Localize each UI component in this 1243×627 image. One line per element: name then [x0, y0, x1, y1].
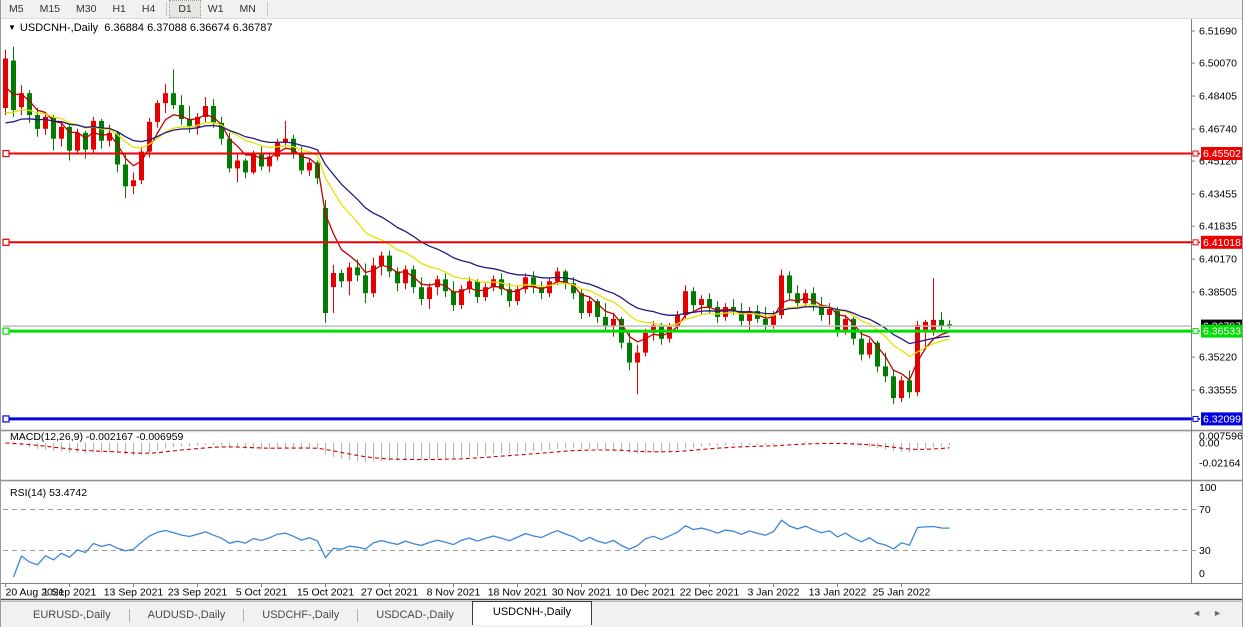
- chart-title: ▼ USDCNH-,Daily 6.36884 6.37088 6.36674 6…: [8, 22, 273, 34]
- svg-text:15 Oct 2021: 15 Oct 2021: [297, 587, 354, 599]
- svg-text:23 Sep 2021: 23 Sep 2021: [168, 587, 228, 599]
- toolbar-separator: [166, 2, 167, 16]
- svg-text:6.41018: 6.41018: [1203, 237, 1241, 249]
- svg-text:-0.02164: -0.02164: [1199, 458, 1241, 470]
- svg-text:27 Oct 2021: 27 Oct 2021: [361, 587, 418, 599]
- trading-platform-window: M5M15M30H1H4 D1W1MN 6.51690 6.50070 6.48405…: [0, 0, 1243, 627]
- tab-audusd-daily[interactable]: AUDUSD-,Daily: [130, 605, 244, 625]
- tab-scroll-right-button[interactable]: ►: [1213, 608, 1234, 618]
- svg-text:6.32099: 6.32099: [1203, 413, 1241, 425]
- timeframe-button-m30[interactable]: M30: [68, 1, 104, 17]
- price-axis: 6.516906.500706.484056.467406.451206.434…: [1187, 26, 1243, 581]
- svg-text:0: 0: [1199, 568, 1205, 580]
- svg-text:1 Sep 2021: 1 Sep 2021: [43, 587, 97, 599]
- svg-text:6.48405: 6.48405: [1199, 91, 1237, 103]
- tab-scroll-left-button[interactable]: ◄: [1192, 608, 1213, 618]
- tab-usdcnh-daily[interactable]: USDCNH-,Daily: [472, 601, 592, 625]
- time-axis: 20 Aug 20211 Sep 202113 Sep 202123 Sep 2…: [6, 584, 931, 599]
- timeframe-button-m5[interactable]: M5: [1, 1, 32, 17]
- svg-text:5 Oct 2021: 5 Oct 2021: [236, 587, 288, 599]
- chart-ohlc-values: 6.36884 6.37088 6.36674 6.36787: [104, 22, 272, 34]
- level-price-badge: 6.32099: [1187, 412, 1243, 425]
- toolbar-separator: [267, 2, 268, 16]
- rsi-line: [14, 520, 950, 577]
- collapse-triangle-icon[interactable]: ▼: [8, 23, 16, 32]
- tab-usdchf-daily[interactable]: USDCHF-,Daily: [244, 605, 357, 625]
- chart-canvas[interactable]: 6.516906.500706.484056.467406.451206.434…: [1, 0, 1243, 601]
- symbol-tab-bar: EURUSD-,DailyAUDUSD-,DailyUSDCHF-,DailyU…: [1, 601, 1242, 627]
- level-price-badge: 6.45502: [1187, 147, 1243, 160]
- timeframe-button-w1[interactable]: W1: [200, 1, 232, 17]
- tab-eurusd-daily[interactable]: EURUSD-,Daily: [15, 605, 129, 625]
- timeframe-button-m15[interactable]: M15: [32, 1, 68, 17]
- svg-text:6.50070: 6.50070: [1199, 58, 1237, 70]
- svg-text:6.35220: 6.35220: [1199, 352, 1237, 364]
- timeframe-button-h1[interactable]: H1: [104, 1, 133, 17]
- timeframe-button-mn[interactable]: MN: [232, 1, 264, 17]
- macd-panel: [6, 442, 950, 462]
- svg-text:6.33555: 6.33555: [1199, 385, 1237, 397]
- svg-text:30 Nov 2021: 30 Nov 2021: [552, 587, 612, 599]
- svg-text:6.36533: 6.36533: [1203, 326, 1241, 338]
- tab-usdcad-daily[interactable]: USDCAD-,Daily: [358, 605, 472, 625]
- svg-text:25 Jan 2022: 25 Jan 2022: [873, 587, 931, 599]
- svg-text:18 Nov 2021: 18 Nov 2021: [488, 587, 548, 599]
- chart-symbol-label: USDCNH-,Daily: [20, 22, 98, 34]
- level-price-badge: 6.41018: [1187, 236, 1243, 249]
- macd-indicator-label: MACD(12,26,9) -0.002167 -0.006959: [10, 431, 183, 443]
- rsi-indicator-label: RSI(14) 53.4742: [10, 487, 87, 499]
- svg-text:6.38505: 6.38505: [1199, 287, 1237, 299]
- timeframe-toolbar: M5M15M30H1H4 D1W1MN: [1, 0, 1242, 19]
- svg-text:6.45502: 6.45502: [1203, 148, 1241, 160]
- level-price-badge: 6.36533: [1187, 325, 1243, 338]
- timeframe-button-h4[interactable]: H4: [134, 1, 163, 17]
- svg-text:6.51690: 6.51690: [1199, 26, 1237, 38]
- svg-text:0.00: 0.00: [1199, 438, 1220, 450]
- svg-text:6.43455: 6.43455: [1199, 189, 1237, 201]
- svg-text:70: 70: [1199, 504, 1211, 516]
- svg-text:30: 30: [1199, 545, 1211, 557]
- timeframe-button-d1[interactable]: D1: [170, 1, 199, 17]
- svg-text:10 Dec 2021: 10 Dec 2021: [616, 587, 676, 599]
- candles-layer: [3, 47, 952, 405]
- svg-text:22 Dec 2021: 22 Dec 2021: [680, 587, 740, 599]
- svg-text:13 Jan 2022: 13 Jan 2022: [809, 587, 867, 599]
- svg-text:8 Nov 2021: 8 Nov 2021: [427, 587, 481, 599]
- rsi-panel: [3, 510, 1199, 578]
- svg-text:3 Jan 2022: 3 Jan 2022: [748, 587, 800, 599]
- svg-text:6.41835: 6.41835: [1199, 221, 1237, 233]
- svg-text:13 Sep 2021: 13 Sep 2021: [104, 587, 164, 599]
- svg-text:100: 100: [1199, 482, 1217, 494]
- svg-text:6.46740: 6.46740: [1199, 124, 1237, 136]
- svg-text:6.40170: 6.40170: [1199, 254, 1237, 266]
